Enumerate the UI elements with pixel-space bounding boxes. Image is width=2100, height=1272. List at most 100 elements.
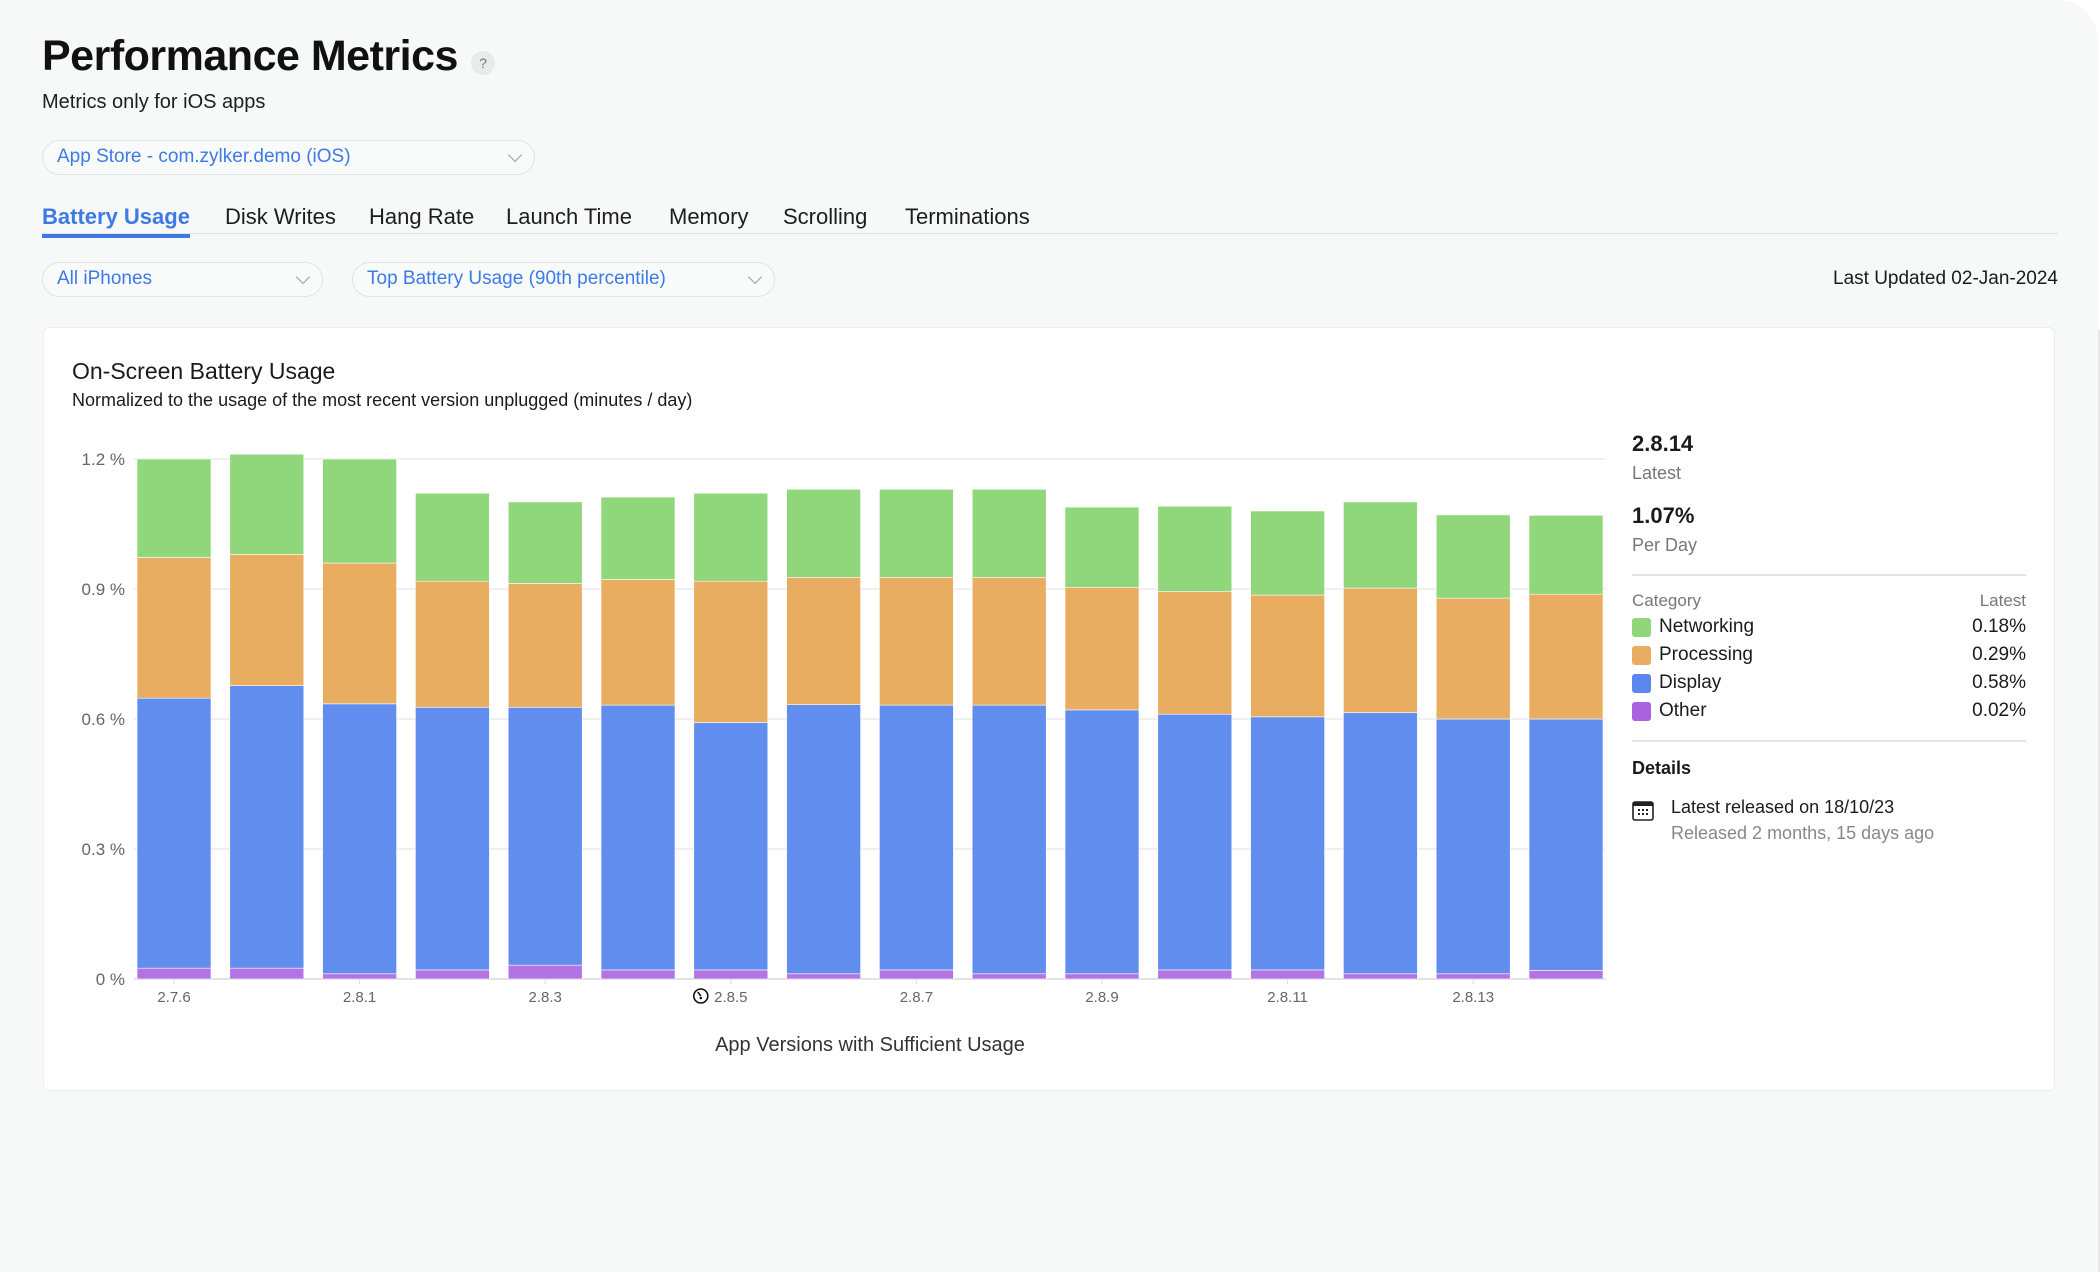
legend-value: 0.02% (1972, 700, 2026, 721)
bar-segment-other (786, 973, 861, 980)
bar-stack[interactable] (507, 501, 583, 980)
bar-segment-display (1528, 718, 1604, 971)
bar-segment-other (693, 969, 769, 980)
bar-segment-processing (415, 580, 490, 708)
bar-segment-networking (786, 489, 861, 578)
bar-stack[interactable] (136, 458, 212, 980)
bar-segment-processing (1343, 587, 1418, 713)
bar-stack[interactable] (786, 489, 861, 980)
bar-segment-processing (1528, 593, 1604, 720)
legend-swatch (1632, 702, 1651, 721)
gauge-icon[interactable] (692, 988, 709, 1004)
legend-item-display: Display 0.58% (1632, 671, 2026, 697)
bar-stack[interactable] (1528, 515, 1604, 980)
legend-header: Category Latest (1632, 591, 2026, 611)
bar-segment-other (136, 967, 212, 980)
bar-segment-other (229, 967, 305, 980)
latest-version-label: Latest (1632, 463, 1682, 483)
bar-segment-networking (507, 501, 583, 584)
bar-segment-display (971, 704, 1047, 975)
bar-segment-networking (1343, 501, 1418, 589)
legend-item-networking: Networking 0.18% (1632, 615, 2026, 641)
bar-segment-display (1250, 716, 1325, 971)
bar-segment-display (415, 706, 490, 971)
bar-segment-other (507, 964, 583, 980)
bar-segment-networking (1528, 515, 1604, 595)
x-tick-label: 2.8.13 (1452, 989, 1494, 1006)
bar-segment-processing (971, 576, 1047, 706)
bar-segment-other (1528, 970, 1604, 980)
bar-segment-display (1157, 713, 1233, 971)
bar-segment-processing (879, 576, 954, 706)
bar-segment-processing (322, 562, 397, 705)
bar-segment-networking (415, 492, 490, 582)
bar-segment-networking (1435, 514, 1511, 599)
bar-stack[interactable] (600, 496, 676, 980)
bar-segment-display (322, 703, 397, 975)
legend-swatch (1632, 674, 1651, 693)
bar-segment-display (1064, 709, 1140, 975)
bar-stack[interactable] (1343, 501, 1418, 980)
divider (1632, 574, 2026, 576)
bar-segment-processing (507, 583, 583, 708)
release-age: Released 2 months, 15 days ago (1671, 823, 1935, 843)
bar-stack[interactable] (1435, 514, 1511, 980)
bar-segment-display (229, 685, 305, 969)
bar-segment-networking (1064, 506, 1140, 588)
bar-segment-networking (229, 453, 305, 555)
bar-stack[interactable] (322, 458, 397, 980)
bar-segment-processing (786, 576, 861, 705)
bar-stack[interactable] (879, 489, 954, 980)
bar-segment-other (600, 969, 676, 980)
bar-stack[interactable] (1250, 510, 1325, 980)
bar-segment-display (1435, 718, 1511, 975)
latest-version: 2.8.14 (1632, 431, 1694, 456)
bar-segment-display (879, 704, 954, 971)
bar-segment-processing (1064, 586, 1140, 711)
bar-segment-processing (229, 554, 305, 686)
legend-swatch (1632, 618, 1651, 637)
bar-segment-other (1250, 969, 1325, 980)
bar-stack[interactable] (693, 492, 769, 980)
y-tick-label: 0.6 % (82, 710, 125, 729)
bar-segment-networking (1157, 505, 1233, 592)
bar-segment-networking (600, 496, 676, 580)
bar-segment-processing (600, 579, 676, 706)
bar-stack[interactable] (1064, 506, 1140, 980)
bar-segment-processing (136, 557, 212, 699)
bar-segment-display (786, 704, 861, 975)
bar-segment-networking (136, 458, 212, 558)
bar-segment-display (600, 704, 676, 971)
x-tick-label: 2.8.3 (529, 989, 562, 1006)
y-tick-label: 0.3 % (82, 840, 125, 859)
legend-label: Display (1659, 672, 1722, 693)
bar-segment-processing (1435, 597, 1511, 720)
bar-segment-other (1157, 969, 1233, 980)
bar-segment-other (322, 973, 397, 980)
bar-stack[interactable] (971, 489, 1047, 980)
bar-segment-networking (879, 489, 954, 578)
bar-segment-networking (322, 458, 397, 564)
bar-segment-networking (1250, 510, 1325, 596)
bar-stack[interactable] (415, 492, 490, 980)
bar-stack[interactable] (229, 453, 305, 980)
per-day-value: 1.07% (1632, 503, 1695, 528)
legend-item-processing: Processing 0.29% (1632, 643, 2026, 669)
legend-value: 0.18% (1972, 616, 2026, 637)
legend-header-category: Category (1632, 591, 1701, 610)
x-tick-label: 2.8.1 (343, 989, 376, 1006)
legend-value: 0.58% (1972, 672, 2026, 693)
bar-segment-display (1343, 712, 1418, 975)
x-tick-label: 2.7.6 (157, 989, 190, 1006)
bar-segment-display (507, 706, 583, 966)
bar-stack[interactable] (1157, 505, 1233, 980)
bar-segment-other (879, 969, 954, 980)
bar-segment-networking (693, 492, 769, 582)
x-axis-label: App Versions with Sufficient Usage (715, 1034, 1025, 1056)
legend-label: Networking (1659, 616, 1755, 637)
legend-label: Other (1659, 700, 1707, 721)
bars (136, 453, 1604, 980)
calendar-icon (1632, 801, 1654, 821)
legend-item-other: Other 0.02% (1632, 699, 2026, 725)
bar-segment-processing (693, 580, 769, 723)
